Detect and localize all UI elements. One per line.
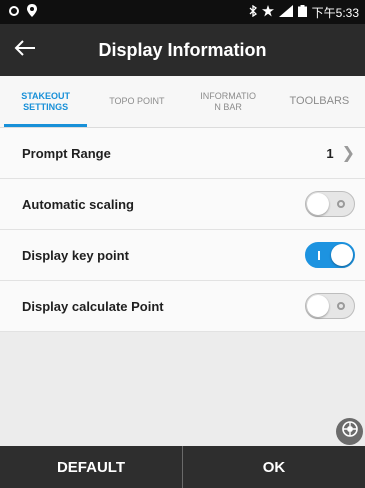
automatic-scaling-label: Automatic scaling	[22, 196, 134, 212]
display-key-point-row: Display key point	[0, 230, 365, 281]
tab-toolbars[interactable]: TOOLBARS	[274, 76, 365, 127]
ok-button[interactable]: OK	[183, 446, 365, 488]
page-title: Display Information	[98, 39, 267, 60]
toggle-off-icon	[337, 302, 345, 310]
tab-topo-point[interactable]: TOPO POINT	[91, 76, 182, 127]
tab-label: STAKEOUT	[21, 90, 71, 101]
chevron-right-icon: ❯	[341, 145, 355, 162]
location-icon	[27, 4, 37, 20]
battery-icon	[297, 4, 307, 20]
status-bar: 下午5:33	[0, 0, 365, 24]
star-icon	[261, 4, 274, 20]
app-bar: Display Information	[0, 24, 365, 76]
tab-label: N BAR	[214, 101, 242, 112]
settings-list: Prompt Range 1 ❯ Automatic scaling Displ…	[0, 128, 365, 332]
back-button[interactable]	[0, 24, 50, 76]
toggle-knob	[307, 193, 329, 215]
tab-information-bar[interactable]: INFORMATIO N BAR	[183, 76, 274, 127]
floating-camera-button[interactable]	[336, 418, 363, 445]
back-arrow-icon	[14, 39, 36, 62]
bluetooth-icon	[249, 4, 257, 20]
tab-label: TOPO POINT	[109, 96, 165, 106]
signal-icon	[278, 4, 293, 20]
toggle-knob	[331, 244, 353, 266]
default-button[interactable]: DEFAULT	[0, 446, 182, 488]
status-time: 下午5:33	[311, 5, 359, 20]
automatic-scaling-row: Automatic scaling	[0, 179, 365, 230]
prompt-range-label: Prompt Range	[22, 145, 111, 161]
tab-label: INFORMATIO	[200, 90, 257, 101]
aperture-icon	[341, 421, 358, 442]
automatic-scaling-toggle[interactable]	[305, 191, 355, 217]
toggle-on-icon	[318, 251, 320, 260]
toggle-knob	[307, 295, 329, 317]
tab-bar: STAKEOUT SETTINGS TOPO POINT INFORMATIO N …	[0, 76, 365, 128]
toggle-off-icon	[337, 200, 345, 208]
tab-label: TOOLBARS	[289, 95, 350, 107]
prompt-range-row[interactable]: Prompt Range 1 ❯	[0, 128, 365, 179]
settings-icon	[8, 5, 20, 20]
display-calculate-point-row: Display calculate Point	[0, 281, 365, 332]
bottom-action-bar: DEFAULT OK	[0, 446, 365, 488]
tab-label: SETTINGS	[23, 101, 69, 112]
display-key-point-toggle[interactable]	[305, 242, 355, 268]
display-calculate-point-toggle[interactable]	[305, 293, 355, 319]
display-key-point-label: Display key point	[22, 247, 129, 263]
display-calculate-point-label: Display calculate Point	[22, 298, 164, 314]
prompt-range-value: 1	[326, 145, 334, 161]
tab-stakeout-settings[interactable]: STAKEOUT SETTINGS	[0, 76, 91, 127]
